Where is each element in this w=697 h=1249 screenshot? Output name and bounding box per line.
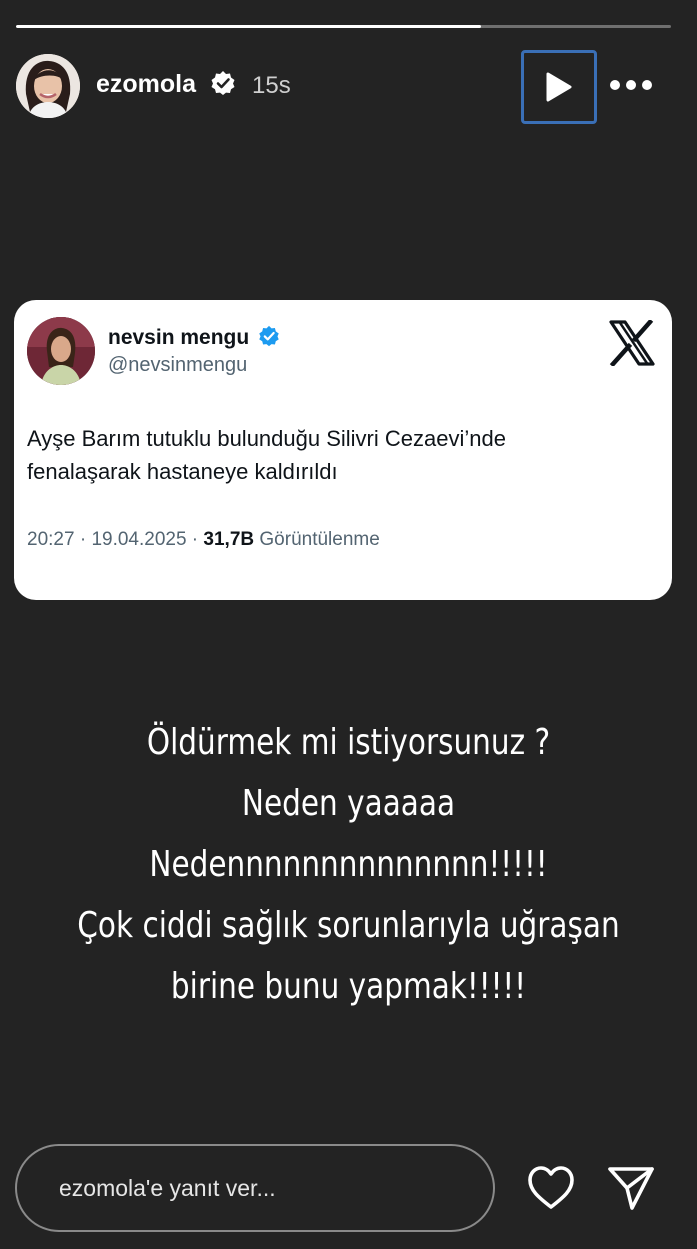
caption-line: Nedennnnnnnnnnnnnn!!!!! — [149, 844, 548, 885]
tweet-avatar — [27, 317, 95, 385]
more-options-icon — [610, 80, 652, 90]
avatar[interactable] — [16, 54, 80, 118]
story-progress-bar — [16, 25, 671, 28]
tweet-views-label: Görüntülenme — [254, 529, 380, 550]
heart-icon[interactable] — [526, 1164, 576, 1212]
tweet-text-line: Ayşe Barım tutuklu bulunduğu Silivri Cez… — [27, 426, 506, 451]
play-icon — [546, 72, 572, 102]
verified-badge-icon — [211, 71, 235, 95]
story-username[interactable]: ezomola — [96, 70, 196, 99]
story-progress-fill — [16, 25, 482, 28]
send-icon[interactable] — [606, 1164, 656, 1212]
tweet-author-name[interactable]: nevsin mengu — [108, 326, 249, 350]
caption-line: Öldürmek mi istiyorsunuz ? — [146, 722, 551, 763]
caption-line: Neden yaaaaa — [241, 783, 456, 824]
meta-separator: · — [74, 529, 92, 550]
tweet-card[interactable]: nevsin mengu @nevsinmengu Ayşe Barım tut… — [14, 300, 672, 600]
reply-input[interactable]: ezomola'e yanıt ver... — [15, 1144, 495, 1232]
tweet-metadata: 20:27 · 19.04.2025 · 31,7B Görüntülenme — [27, 529, 380, 551]
x-logo-icon — [609, 320, 655, 366]
story-header: ezomola 15s — [16, 50, 671, 124]
meta-separator: · — [186, 529, 204, 550]
tweet-date: 19.04.2025 — [91, 529, 187, 550]
tweet-author-handle[interactable]: @nevsinmengu — [108, 354, 247, 377]
tweet-time: 20:27 — [27, 529, 75, 550]
tweet-text: Ayşe Barım tutuklu bulunduğu Silivri Cez… — [27, 422, 647, 488]
caption-line: Çok ciddi sağlık sorunlarıyla uğraşan — [77, 905, 620, 946]
tweet-text-line: fenalaşarak hastaneye kaldırıldı — [27, 459, 338, 484]
caption-line: birine bunu yapmak!!!!! — [170, 966, 527, 1007]
tweet-views-count: 31,7B — [203, 529, 255, 550]
story-caption: Öldürmek mi istiyorsunuz ? Neden yaaaaa … — [63, 712, 635, 1017]
play-button[interactable] — [521, 50, 597, 124]
more-options-button[interactable] — [608, 70, 654, 100]
reply-placeholder: ezomola'e yanıt ver... — [59, 1174, 276, 1201]
blue-verified-icon — [259, 325, 279, 347]
story-timestamp: 15s — [252, 72, 291, 99]
